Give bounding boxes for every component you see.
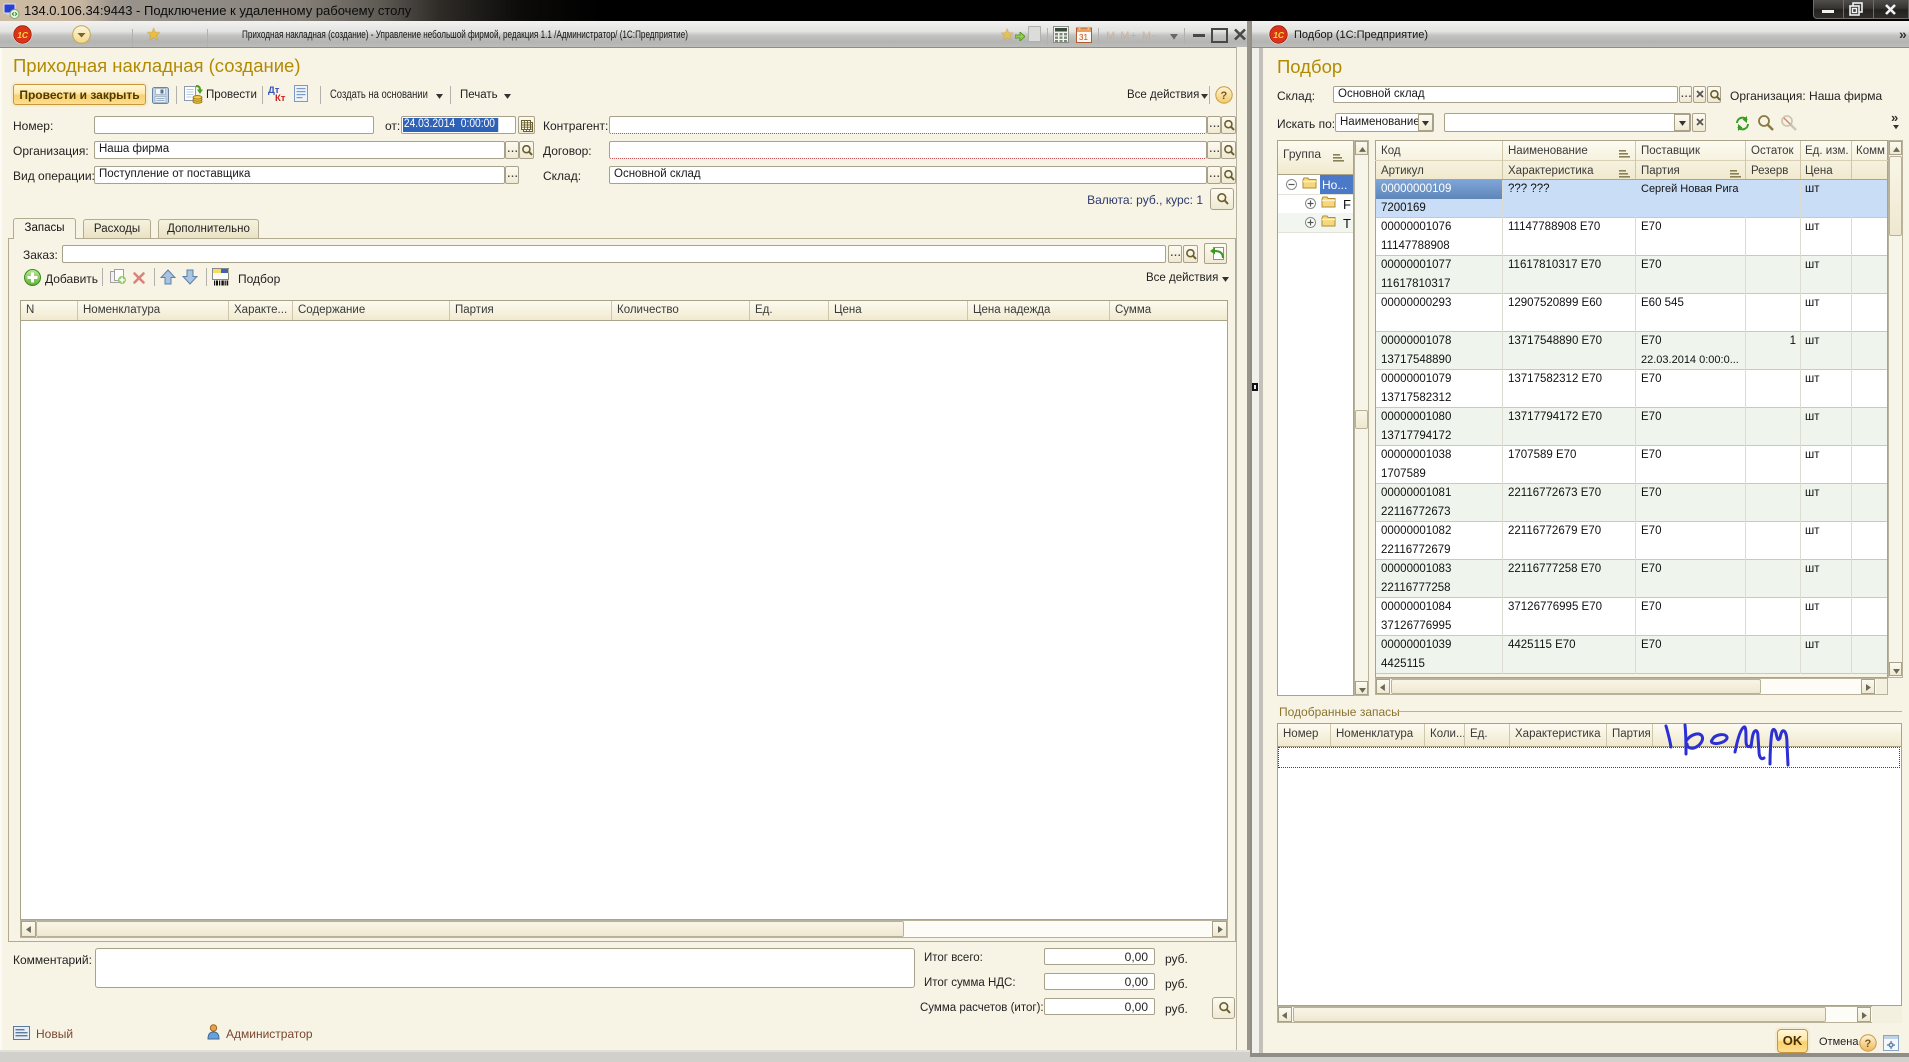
svg-text:1С: 1С xyxy=(17,30,29,40)
svg-text:1С: 1С xyxy=(1273,30,1285,40)
svg-text:31: 31 xyxy=(1079,33,1088,42)
svg-text:?: ? xyxy=(1865,1038,1872,1050)
svg-text:?: ? xyxy=(1221,90,1228,102)
